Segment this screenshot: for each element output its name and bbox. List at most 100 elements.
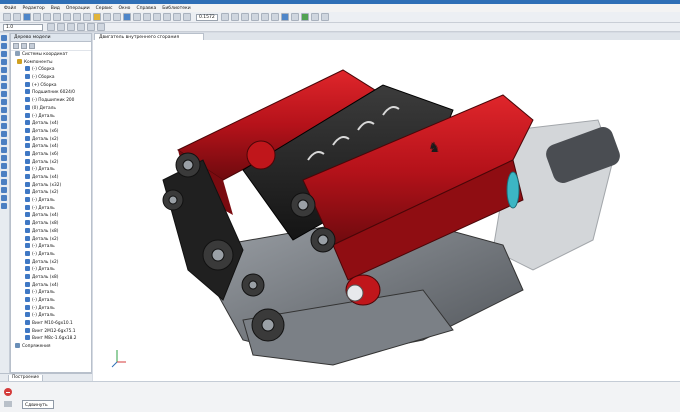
menu-operations[interactable]: Операции xyxy=(66,6,90,11)
redo-icon[interactable] xyxy=(83,13,91,21)
tree-item[interactable]: Деталь (x2) xyxy=(11,235,91,244)
plane-icon[interactable] xyxy=(1,115,7,121)
tree-item[interactable]: Винт M10-6gx10.1 xyxy=(11,320,91,328)
tree-item[interactable]: (-) Деталь xyxy=(11,112,91,121)
tree-item[interactable]: Деталь (x8) xyxy=(11,220,91,228)
move-button[interactable]: Сдвинуть xyxy=(22,400,54,409)
undo-icon[interactable] xyxy=(73,13,81,21)
tree-item[interactable]: Деталь (x4) xyxy=(11,143,91,151)
open-file-icon[interactable] xyxy=(13,13,21,21)
print-icon[interactable] xyxy=(33,13,41,21)
tree-item[interactable]: (0) Деталь xyxy=(11,104,91,113)
hole-icon[interactable] xyxy=(1,83,7,89)
weld-icon[interactable] xyxy=(1,179,7,185)
tree-item[interactable]: (-) Деталь xyxy=(11,243,91,251)
paste-icon[interactable] xyxy=(63,13,71,21)
extrude-icon[interactable] xyxy=(1,43,7,49)
pattern-icon[interactable] xyxy=(1,99,7,105)
tree-item[interactable]: Подшипник 6024/0 xyxy=(11,89,91,97)
menu-window[interactable]: Окно xyxy=(118,6,130,11)
tree-view-icon[interactable] xyxy=(13,43,19,49)
tree-item[interactable]: (-) Деталь xyxy=(11,297,91,305)
zoom-in-icon[interactable] xyxy=(143,13,151,21)
zoom-all-icon[interactable] xyxy=(173,13,181,21)
tree-item[interactable]: (-) Подшипник 200 xyxy=(11,97,91,105)
tree-item[interactable]: (-) Деталь xyxy=(11,312,91,320)
tree-item[interactable]: Деталь (x32) xyxy=(11,181,91,190)
cable-icon[interactable] xyxy=(1,195,7,201)
menu-file[interactable]: Файл xyxy=(4,6,16,11)
tree-item[interactable]: Деталь (x4) xyxy=(11,120,91,128)
revolve-icon[interactable] xyxy=(1,51,7,57)
shell-icon[interactable] xyxy=(1,91,7,97)
save-icon[interactable] xyxy=(23,13,31,21)
tree-item[interactable]: (-) Деталь xyxy=(11,250,91,259)
variables-icon[interactable] xyxy=(113,13,121,21)
orientation-icon[interactable] xyxy=(241,13,249,21)
hidden-lines-icon[interactable] xyxy=(261,13,269,21)
tree-item[interactable]: (-) Сборка xyxy=(11,66,91,74)
menu-view[interactable]: Вид xyxy=(51,6,60,11)
pipe-icon[interactable] xyxy=(1,187,7,193)
measure-tool-icon[interactable] xyxy=(1,139,7,145)
tree-item[interactable]: (-) Деталь xyxy=(11,166,91,174)
tree-item[interactable]: (-) Деталь xyxy=(11,266,91,274)
panel-options-icon[interactable] xyxy=(4,401,12,407)
scale-field[interactable]: 1.0 xyxy=(3,23,43,31)
tree-item[interactable]: (+) Сборка xyxy=(11,81,91,90)
layer-icon[interactable] xyxy=(47,23,55,31)
tree-item[interactable]: (-) Сборка xyxy=(11,74,91,82)
tree-item[interactable]: Деталь (x2) xyxy=(11,135,91,144)
loft-icon[interactable] xyxy=(1,59,7,65)
tree-item[interactable]: Деталь (x4) xyxy=(11,212,91,220)
zoom-out-icon[interactable] xyxy=(153,13,161,21)
lighting-icon[interactable] xyxy=(321,13,329,21)
snap-icon[interactable] xyxy=(87,23,95,31)
tree-item[interactable]: Винт M8с-1.6gx18.2 xyxy=(11,335,91,343)
tree-item[interactable]: Сопряжения xyxy=(11,343,91,351)
chamfer-icon[interactable] xyxy=(1,75,7,81)
library-icon[interactable] xyxy=(103,13,111,21)
menu-service[interactable]: Сервис xyxy=(96,6,113,11)
tree-item[interactable]: (-) Деталь xyxy=(11,289,91,297)
pan-icon[interactable] xyxy=(221,13,229,21)
shaded-edges-icon[interactable] xyxy=(281,13,289,21)
tree-item[interactable]: (-) Деталь xyxy=(11,304,91,313)
report-icon[interactable] xyxy=(1,155,7,161)
tree-item[interactable]: (-) Деталь xyxy=(11,197,91,205)
tree-sort-icon[interactable] xyxy=(29,43,35,49)
render-icon[interactable] xyxy=(1,203,7,209)
zoom-previous-icon[interactable] xyxy=(183,13,191,21)
shaded-icon[interactable] xyxy=(271,13,279,21)
filter-icon[interactable] xyxy=(77,23,85,31)
cut-icon[interactable] xyxy=(43,13,51,21)
tree-item[interactable]: Компоненты xyxy=(11,58,91,67)
perspective-icon[interactable] xyxy=(291,13,299,21)
tree-item[interactable]: Деталь (x8) xyxy=(11,273,91,282)
3d-viewport[interactable]: ♞ xyxy=(93,40,680,381)
sketch-icon[interactable] xyxy=(1,131,7,137)
tree-item[interactable]: Деталь (x6) xyxy=(11,150,91,159)
tree-item[interactable]: Деталь (x2) xyxy=(11,258,91,267)
rebuild-icon[interactable] xyxy=(123,13,131,21)
properties-icon[interactable] xyxy=(93,13,101,21)
menu-edit[interactable]: Редактор xyxy=(22,6,44,11)
axis-icon[interactable] xyxy=(1,123,7,129)
style-icon[interactable] xyxy=(57,23,65,31)
spec-icon[interactable] xyxy=(1,147,7,153)
stop-icon[interactable] xyxy=(4,388,12,396)
tree-item[interactable]: Деталь (x2) xyxy=(11,158,91,167)
mirror-icon[interactable] xyxy=(1,107,7,113)
measure-icon[interactable] xyxy=(311,13,319,21)
tree-item[interactable]: Деталь (x6) xyxy=(11,127,91,136)
grid-icon[interactable] xyxy=(97,23,105,31)
copy-icon[interactable] xyxy=(53,13,61,21)
section-icon[interactable] xyxy=(301,13,309,21)
tree-item[interactable]: Деталь (x2) xyxy=(11,189,91,197)
help-icon[interactable] xyxy=(133,13,141,21)
rotate-icon[interactable] xyxy=(231,13,239,21)
tree-item[interactable]: Деталь (x4) xyxy=(11,174,91,182)
zoom-level-field[interactable]: 0.1572 xyxy=(196,13,218,21)
zoom-window-icon[interactable] xyxy=(163,13,171,21)
fillet-icon[interactable] xyxy=(1,67,7,73)
